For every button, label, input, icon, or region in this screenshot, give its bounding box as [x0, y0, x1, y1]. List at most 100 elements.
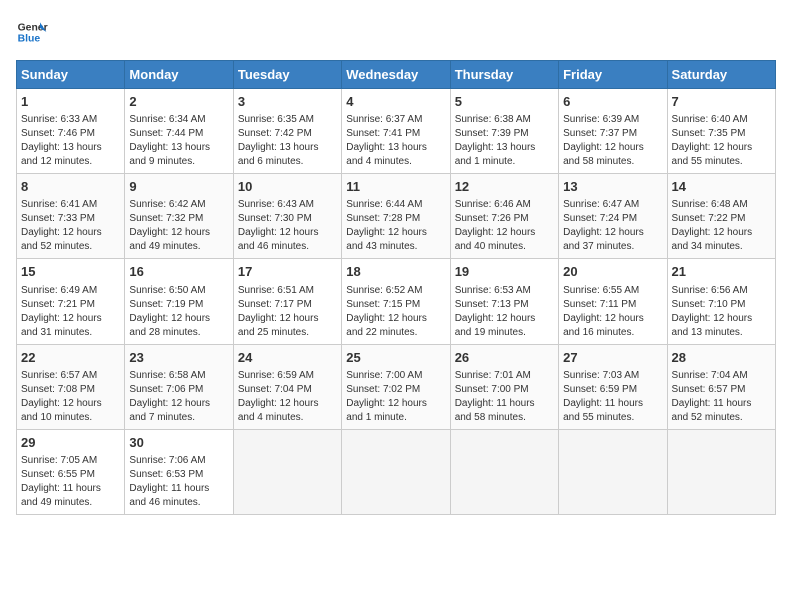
day-number: 11 — [346, 178, 445, 196]
calendar-day — [559, 429, 667, 514]
day-number: 16 — [129, 263, 228, 281]
calendar-week-5: 29Sunrise: 7:05 AM Sunset: 6:55 PM Dayli… — [17, 429, 776, 514]
day-number: 26 — [455, 349, 554, 367]
day-info: Sunrise: 7:04 AM Sunset: 6:57 PM Dayligh… — [672, 369, 771, 425]
calendar-day: 10 Sunrise: 6:43 AM Sunset: 7:30 PM Dayli… — [233, 174, 341, 259]
calendar-day: 9 Sunrise: 6:42 AM Sunset: 7:32 PM Daylig… — [125, 174, 233, 259]
day-info: Sunrise: 6:37 AM Sunset: 7:41 PM Dayligh… — [346, 113, 445, 169]
day-number: 25 — [346, 349, 445, 367]
day-number: 24 — [238, 349, 337, 367]
calendar-day: 19Sunrise: 6:53 AM Sunset: 7:13 PM Dayli… — [450, 259, 558, 344]
calendar-day: 24 Sunrise: 6:59 AM Sunset: 7:04 PM Dayli… — [233, 344, 341, 429]
calendar-day: 17 Sunrise: 6:51 AM Sunset: 7:17 PM Dayli… — [233, 259, 341, 344]
day-info: Sunrise: 6:35 AM Sunset: 7:42 PM Dayligh… — [238, 113, 337, 169]
day-number: 9 — [129, 178, 228, 196]
day-info: Sunrise: 7:05 AM Sunset: 6:55 PM Dayligh… — [21, 454, 120, 510]
day-info: Sunrise: 6:58 AM Sunset: 7:06 PM Dayligh… — [129, 369, 228, 425]
calendar-day: 29Sunrise: 7:05 AM Sunset: 6:55 PM Dayli… — [17, 429, 125, 514]
calendar-week-1: 1 Sunrise: 6:33 AM Sunset: 7:46 PM Daylig… — [17, 89, 776, 174]
calendar-day: 28 Sunrise: 7:04 AM Sunset: 6:57 PM Dayli… — [667, 344, 775, 429]
calendar-day: 23 Sunrise: 6:58 AM Sunset: 7:06 PM Dayli… — [125, 344, 233, 429]
day-info: Sunrise: 6:46 AM Sunset: 7:26 PM Dayligh… — [455, 198, 554, 254]
day-info: Sunrise: 6:34 AM Sunset: 7:44 PM Dayligh… — [129, 113, 228, 169]
day-info: Sunrise: 6:51 AM Sunset: 7:17 PM Dayligh… — [238, 284, 337, 340]
weekday-wednesday: Wednesday — [342, 61, 450, 89]
weekday-tuesday: Tuesday — [233, 61, 341, 89]
calendar-header: SundayMondayTuesdayWednesdayThursdayFrid… — [17, 61, 776, 89]
calendar-day — [450, 429, 558, 514]
calendar-day: 25Sunrise: 7:00 AM Sunset: 7:02 PM Dayli… — [342, 344, 450, 429]
day-info: Sunrise: 6:33 AM Sunset: 7:46 PM Dayligh… — [21, 113, 120, 169]
day-info: Sunrise: 6:53 AM Sunset: 7:13 PM Dayligh… — [455, 284, 554, 340]
day-info: Sunrise: 6:43 AM Sunset: 7:30 PM Dayligh… — [238, 198, 337, 254]
weekday-thursday: Thursday — [450, 61, 558, 89]
day-info: Sunrise: 6:38 AM Sunset: 7:39 PM Dayligh… — [455, 113, 554, 169]
day-number: 8 — [21, 178, 120, 196]
calendar-day: 2 Sunrise: 6:34 AM Sunset: 7:44 PM Daylig… — [125, 89, 233, 174]
calendar-week-2: 8Sunrise: 6:41 AM Sunset: 7:33 PM Daylig… — [17, 174, 776, 259]
day-number: 22 — [21, 349, 120, 367]
day-number: 23 — [129, 349, 228, 367]
calendar-week-4: 22 Sunrise: 6:57 AM Sunset: 7:08 PM Dayli… — [17, 344, 776, 429]
day-number: 28 — [672, 349, 771, 367]
day-info: Sunrise: 7:06 AM Sunset: 6:53 PM Dayligh… — [129, 454, 228, 510]
day-number: 17 — [238, 263, 337, 281]
calendar-day: 6 Sunrise: 6:39 AM Sunset: 7:37 PM Daylig… — [559, 89, 667, 174]
day-number: 5 — [455, 93, 554, 111]
day-info: Sunrise: 6:39 AM Sunset: 7:37 PM Dayligh… — [563, 113, 662, 169]
day-info: Sunrise: 6:57 AM Sunset: 7:08 PM Dayligh… — [21, 369, 120, 425]
day-number: 6 — [563, 93, 662, 111]
day-number: 20 — [563, 263, 662, 281]
day-info: Sunrise: 7:03 AM Sunset: 6:59 PM Dayligh… — [563, 369, 662, 425]
weekday-header-row: SundayMondayTuesdayWednesdayThursdayFrid… — [17, 61, 776, 89]
calendar-week-3: 15 Sunrise: 6:49 AM Sunset: 7:21 PM Dayli… — [17, 259, 776, 344]
page-header: General Blue — [16, 16, 776, 48]
day-number: 13 — [563, 178, 662, 196]
calendar-day: 13 Sunrise: 6:47 AM Sunset: 7:24 PM Dayli… — [559, 174, 667, 259]
calendar-day — [342, 429, 450, 514]
day-number: 10 — [238, 178, 337, 196]
weekday-monday: Monday — [125, 61, 233, 89]
day-info: Sunrise: 6:52 AM Sunset: 7:15 PM Dayligh… — [346, 284, 445, 340]
day-number: 15 — [21, 263, 120, 281]
logo: General Blue — [16, 16, 52, 48]
logo-icon: General Blue — [16, 16, 48, 48]
calendar-day: 7 Sunrise: 6:40 AM Sunset: 7:35 PM Daylig… — [667, 89, 775, 174]
calendar-day — [233, 429, 341, 514]
day-number: 7 — [672, 93, 771, 111]
calendar-day: 11Sunrise: 6:44 AM Sunset: 7:28 PM Dayli… — [342, 174, 450, 259]
calendar-day: 15 Sunrise: 6:49 AM Sunset: 7:21 PM Dayli… — [17, 259, 125, 344]
day-info: Sunrise: 6:47 AM Sunset: 7:24 PM Dayligh… — [563, 198, 662, 254]
calendar-day: 27Sunrise: 7:03 AM Sunset: 6:59 PM Dayli… — [559, 344, 667, 429]
svg-text:Blue: Blue — [18, 34, 41, 45]
calendar-day: 22 Sunrise: 6:57 AM Sunset: 7:08 PM Dayli… — [17, 344, 125, 429]
day-number: 4 — [346, 93, 445, 111]
day-info: Sunrise: 6:40 AM Sunset: 7:35 PM Dayligh… — [672, 113, 771, 169]
day-number: 18 — [346, 263, 445, 281]
calendar-day: 5 Sunrise: 6:38 AM Sunset: 7:39 PM Daylig… — [450, 89, 558, 174]
day-info: Sunrise: 6:48 AM Sunset: 7:22 PM Dayligh… — [672, 198, 771, 254]
calendar-table: SundayMondayTuesdayWednesdayThursdayFrid… — [16, 60, 776, 515]
day-number: 12 — [455, 178, 554, 196]
weekday-friday: Friday — [559, 61, 667, 89]
weekday-sunday: Sunday — [17, 61, 125, 89]
day-number: 1 — [21, 93, 120, 111]
calendar-day: 1 Sunrise: 6:33 AM Sunset: 7:46 PM Daylig… — [17, 89, 125, 174]
day-info: Sunrise: 7:01 AM Sunset: 7:00 PM Dayligh… — [455, 369, 554, 425]
day-number: 2 — [129, 93, 228, 111]
day-number: 21 — [672, 263, 771, 281]
calendar-day: 21 Sunrise: 6:56 AM Sunset: 7:10 PM Dayli… — [667, 259, 775, 344]
day-number: 30 — [129, 434, 228, 452]
day-info: Sunrise: 6:50 AM Sunset: 7:19 PM Dayligh… — [129, 284, 228, 340]
calendar-day: 12 Sunrise: 6:46 AM Sunset: 7:26 PM Dayli… — [450, 174, 558, 259]
day-info: Sunrise: 6:55 AM Sunset: 7:11 PM Dayligh… — [563, 284, 662, 340]
calendar-day: 26 Sunrise: 7:01 AM Sunset: 7:00 PM Dayli… — [450, 344, 558, 429]
day-info: Sunrise: 6:42 AM Sunset: 7:32 PM Dayligh… — [129, 198, 228, 254]
day-info: Sunrise: 6:59 AM Sunset: 7:04 PM Dayligh… — [238, 369, 337, 425]
day-number: 14 — [672, 178, 771, 196]
calendar-day: 14 Sunrise: 6:48 AM Sunset: 7:22 PM Dayli… — [667, 174, 775, 259]
calendar-day: 4 Sunrise: 6:37 AM Sunset: 7:41 PM Daylig… — [342, 89, 450, 174]
day-number: 3 — [238, 93, 337, 111]
day-info: Sunrise: 6:49 AM Sunset: 7:21 PM Dayligh… — [21, 284, 120, 340]
day-info: Sunrise: 6:56 AM Sunset: 7:10 PM Dayligh… — [672, 284, 771, 340]
